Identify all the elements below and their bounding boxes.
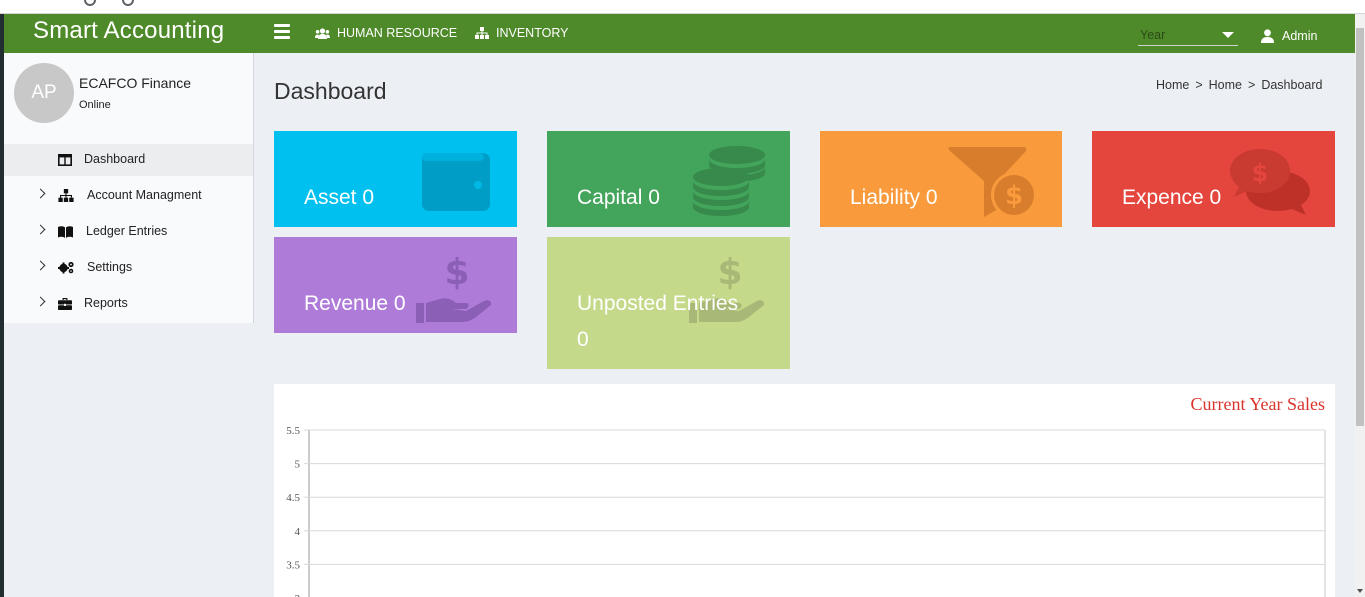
breadcrumb-separator: > xyxy=(1248,78,1256,92)
sidebar-item-label: Settings xyxy=(87,260,133,274)
coins-icon xyxy=(693,146,765,216)
page-scrollbar[interactable] xyxy=(1355,14,1365,597)
top-navbar: Smart Accounting HUMAN RESOURCE INVENTOR… xyxy=(4,14,1355,53)
columns-icon xyxy=(58,154,72,166)
nav-link-inventory[interactable]: INVENTORY xyxy=(475,26,568,40)
chevron-right-icon xyxy=(35,188,46,199)
y-tick-label: 4.5 xyxy=(286,492,300,504)
breadcrumb-home-link[interactable]: Home xyxy=(1156,78,1189,92)
scrollbar-thumb[interactable] xyxy=(1356,28,1364,426)
capital-tile-label: Capital 0 xyxy=(577,186,660,209)
sidebar-item-label: Account Managment xyxy=(87,188,202,202)
breadcrumb-separator: > xyxy=(1195,78,1203,92)
sidebar: AP ECAFCO Finance Online Dashboard Accou… xyxy=(4,53,254,323)
sidebar-item-account-managment[interactable]: Account Managment xyxy=(4,180,253,212)
chart-plot: 5.5 5 4.5 4 3.5 3 xyxy=(286,425,1326,597)
y-tick-label: 4 xyxy=(295,526,301,538)
sitemap-icon xyxy=(58,189,74,202)
unposted-entries-tile[interactable]: $ Unposted Entries 0 xyxy=(547,237,790,369)
home-icon[interactable] xyxy=(122,0,134,6)
sidebar-toggle-icon[interactable] xyxy=(274,24,290,39)
revenue-tile-label: Revenue 0 xyxy=(304,292,406,315)
admin-user-menu[interactable]: Admin xyxy=(1261,29,1317,43)
brand-logo[interactable]: Smart Accounting xyxy=(33,17,224,45)
liability-tile[interactable]: $ Liability 0 xyxy=(820,131,1062,227)
reload-icon[interactable] xyxy=(84,0,96,6)
cogs-icon xyxy=(58,261,74,274)
unposted-entries-tile-label: Unposted Entries xyxy=(577,292,739,315)
avatar: AP xyxy=(14,63,74,123)
liability-tile-label: Liability 0 xyxy=(850,186,938,209)
chevron-right-icon xyxy=(35,260,46,271)
wallet-icon xyxy=(422,153,490,211)
expence-tile-label: Expence 0 xyxy=(1122,186,1222,209)
scroll-down-icon[interactable] xyxy=(1357,589,1363,593)
capital-tile[interactable]: Capital 0 xyxy=(547,131,790,227)
user-status: Online xyxy=(79,99,111,111)
chevron-right-icon xyxy=(35,224,46,235)
browser-toolbar xyxy=(0,0,1365,14)
user-icon xyxy=(1261,29,1274,43)
svg-text:$: $ xyxy=(444,252,469,293)
asset-tile[interactable]: Asset 0 xyxy=(274,131,517,227)
y-tick-label: 5.5 xyxy=(286,425,300,437)
sidebar-item-settings[interactable]: Settings xyxy=(4,252,253,284)
sidebar-item-label: Ledger Entries xyxy=(86,224,168,238)
y-tick-label: 5 xyxy=(295,459,301,471)
book-icon xyxy=(58,226,73,238)
chevron-right-icon xyxy=(35,296,46,307)
page-title: Dashboard xyxy=(274,78,387,104)
svg-text:$: $ xyxy=(1005,181,1023,211)
breadcrumb-home-link[interactable]: Home xyxy=(1209,78,1242,92)
nav-link-label: HUMAN RESOURCE xyxy=(337,26,458,40)
users-icon xyxy=(315,27,330,39)
sidebar-item-label: Dashboard xyxy=(84,152,146,166)
hand-holding-usd-icon: $ xyxy=(416,252,492,323)
caret-down-icon xyxy=(1222,32,1234,38)
year-select[interactable]: Year xyxy=(1138,28,1238,46)
nav-link-label: INVENTORY xyxy=(496,26,569,40)
svg-text:$: $ xyxy=(1252,159,1269,187)
funnel-dollar-icon: $ xyxy=(948,147,1037,218)
sidebar-item-dashboard[interactable]: Dashboard xyxy=(4,144,253,176)
y-tick-label: 3.5 xyxy=(286,559,300,571)
breadcrumb-current: Dashboard xyxy=(1261,78,1323,92)
y-tick-label: 3 xyxy=(295,593,301,597)
briefcase-icon xyxy=(58,298,72,310)
revenue-tile[interactable]: $ Revenue 0 xyxy=(274,237,517,333)
breadcrumb: Home > Home > Dashboard xyxy=(1156,78,1322,92)
sidebar-item-ledger-entries[interactable]: Ledger Entries xyxy=(4,216,253,248)
asset-tile-label: Asset 0 xyxy=(304,186,375,209)
user-name: ECAFCO Finance xyxy=(79,75,192,91)
admin-label: Admin xyxy=(1282,29,1318,43)
sidebar-item-reports[interactable]: Reports xyxy=(4,288,253,320)
current-year-sales-chart: Current Year Sales 5.554.543.53 xyxy=(274,384,1335,597)
expence-tile[interactable]: $ Expence 0 xyxy=(1092,131,1335,227)
unposted-entries-tile-count: 0 xyxy=(577,328,589,351)
comments-dollar-icon: $ xyxy=(1230,149,1310,215)
sidebar-item-label: Reports xyxy=(84,296,128,310)
sitemap-icon xyxy=(475,27,489,39)
year-select-value: Year xyxy=(1140,28,1166,42)
nav-link-human-resource[interactable]: HUMAN RESOURCE xyxy=(315,26,457,40)
